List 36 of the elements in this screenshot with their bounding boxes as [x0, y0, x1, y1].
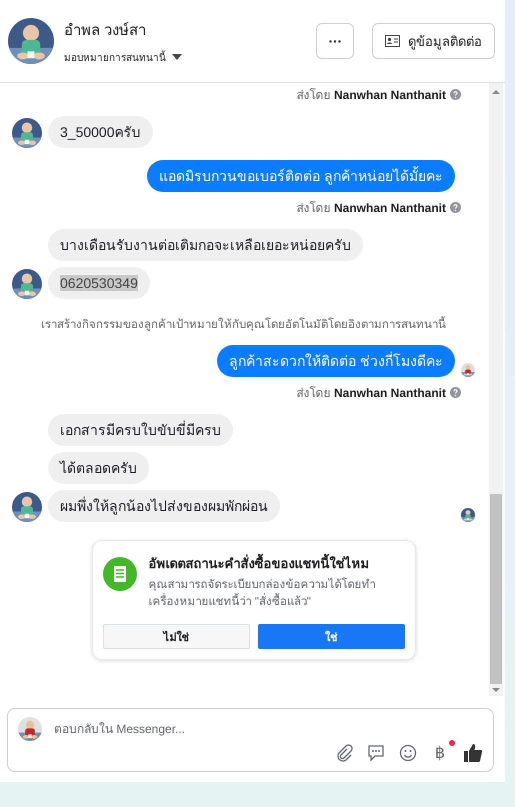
confirm-button[interactable]: ใช่	[258, 624, 404, 650]
view-contact-button[interactable]: ดูข้อมูลติดต่อ	[372, 23, 495, 59]
incoming-message: 0620530349	[48, 267, 150, 299]
incoming-message: เอกสารมีครบใบขับขี่มีครบ	[48, 414, 233, 446]
sent-by-label: ส่งโดย Nanwhan Nanthanit	[296, 87, 446, 104]
incoming-message: 3_50000ครับ	[48, 116, 153, 148]
thumbs-up-icon[interactable]	[463, 743, 483, 763]
paperclip-icon[interactable]	[334, 744, 353, 762]
outgoing-message: แอดมิรบกวนขอเบอร์ติดต่อ ลูกค้าหน่อยได้มั้ยคะ	[147, 160, 455, 192]
caret-icon[interactable]	[172, 54, 182, 60]
payment-button[interactable]: ฿	[430, 743, 449, 763]
help-icon[interactable]	[450, 387, 461, 398]
prompt-text: คุณสามารถจัดระเบียบกล่องข้อความได้โดยทำเครื่องหมายแชทนี้ว่า "สั่งซื้อแล้ว"	[148, 577, 376, 610]
contact-card-icon	[385, 35, 400, 47]
scrollbar-thumb[interactable]	[490, 494, 502, 684]
scroll-up-icon[interactable]	[492, 89, 500, 95]
incoming-message: บางเดือนรับงานต่อเติมกอจะเหลือเยอะหน่อยครับ	[48, 229, 363, 261]
reply-field[interactable]: ตอบกลับใน Messenger... ฿	[7, 708, 494, 772]
speech-bubble-icon[interactable]	[366, 744, 385, 762]
sent-by-label: ส่งโดย Nanwhan Nanthanit	[296, 385, 446, 402]
smiley-icon[interactable]	[398, 744, 417, 762]
scrollbar[interactable]	[489, 83, 503, 696]
help-icon[interactable]	[450, 89, 461, 100]
assign-conversation-link[interactable]: มอบหมายการสนทนานี้	[64, 50, 166, 64]
contact-name: อำพล วงษ์สา	[64, 20, 148, 40]
system-notice: เราสร้างกิจกรรมของลูกค้าเป้าหมายให้กับคุณโดยอัตโนมัติโดยอิงตามการสนทนานี้	[12, 315, 475, 333]
incoming-message: ผมพึ่งให้ลูกน้องไปส่งของผมพักผ่อน	[48, 490, 280, 522]
more-icon	[329, 40, 341, 42]
help-icon[interactable]	[450, 202, 461, 213]
outgoing-message: ลูกค้าสะดวกให้ติดต่อ ช่วงกี่โมงดีคะ	[217, 345, 455, 377]
scroll-down-icon[interactable]	[492, 687, 500, 693]
prompt-title: อัพเดตสถานะคำสั่งซื้อของแชทนี้ใช่ไหม	[148, 553, 404, 574]
decline-button[interactable]: ไม่ใช่	[102, 624, 250, 650]
sent-by-label: ส่งโดย Nanwhan Nanthanit	[296, 200, 446, 217]
incoming-message: ได้ตลอดครับ	[48, 452, 149, 484]
receipt-icon	[102, 557, 136, 591]
